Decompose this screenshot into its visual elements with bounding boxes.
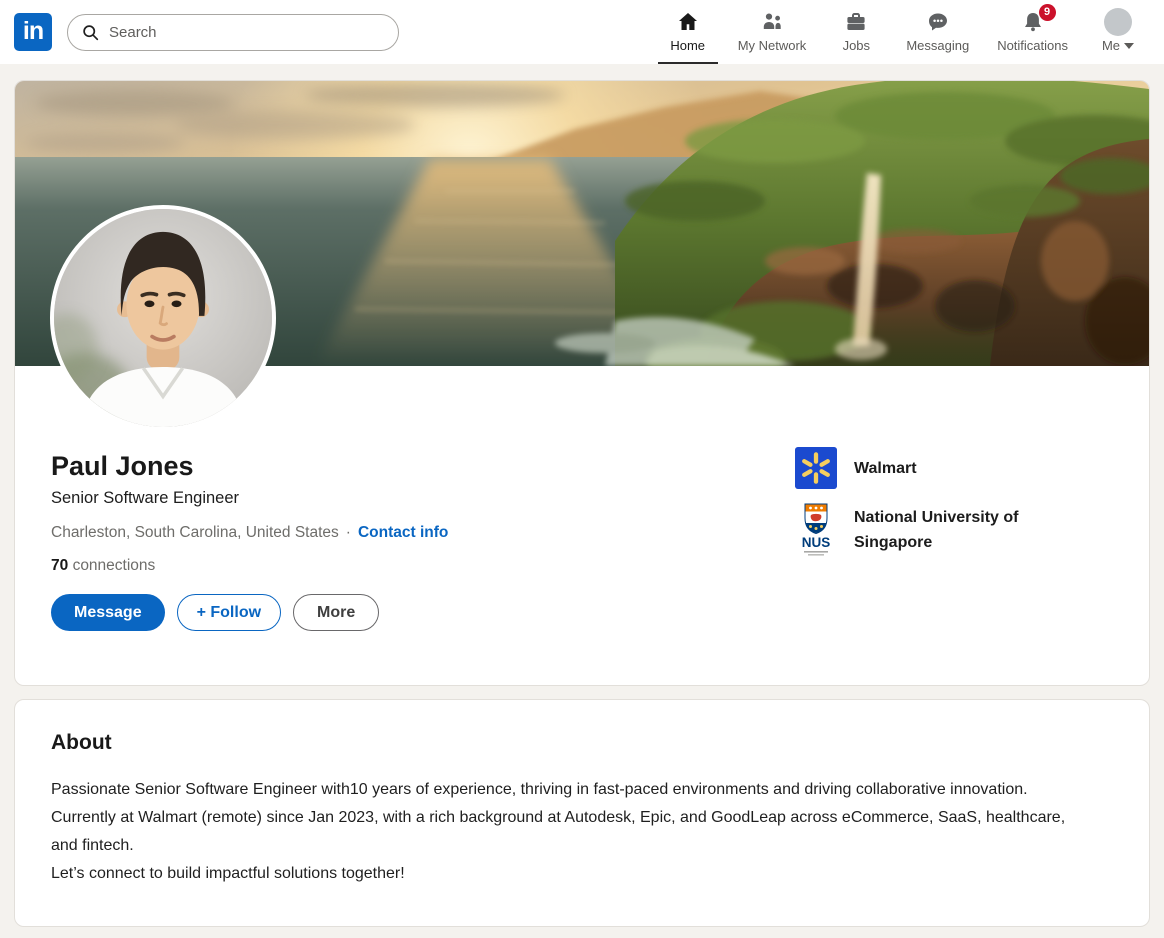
follow-button[interactable]: + Follow [177,594,281,631]
message-button[interactable]: Message [51,594,165,631]
nav-item-jobs[interactable]: Jobs [820,0,892,64]
search-icon [82,24,99,41]
primary-nav: Home My Network Jo [652,0,1154,64]
my-network-icon [760,9,784,35]
profile-location: Charleston, South Carolina, United State… [51,524,339,542]
profile-actions: Message + Follow More [51,594,1113,631]
about-title: About [51,731,1113,755]
walmart-logo-icon [795,447,837,489]
top-navigation-bar: in Home My Network [0,0,1164,64]
nav-item-my-network[interactable]: My Network [724,0,821,64]
about-card: About Passionate Senior Software Enginee… [14,699,1150,927]
active-tab-indicator [658,62,718,64]
nav-label: My Network [738,38,807,53]
contact-info-link[interactable]: Contact info [358,524,448,542]
nav-item-me[interactable]: Me [1082,0,1154,64]
about-text: Passionate Senior Software Engineer with… [51,776,1096,888]
nav-item-notifications[interactable]: 9 Notifications [983,0,1082,64]
location-separator: · [346,524,351,542]
nav-label: Jobs [843,38,870,53]
profile-card: Paul Jones Senior Software Engineer Char… [14,80,1150,686]
search-bar[interactable] [67,14,399,51]
nav-label: Messaging [906,38,969,53]
affiliation-name: National University of Singapore [854,505,1084,555]
nav-label: Home [670,38,705,53]
briefcase-icon [844,9,868,35]
me-avatar [1104,9,1132,35]
linkedin-logo[interactable]: in [14,13,52,51]
search-input[interactable] [109,24,386,41]
nav-item-home[interactable]: Home [652,0,724,64]
nus-logo-icon: NUS [795,502,837,558]
messaging-icon [926,9,950,35]
affiliation-name: Walmart [854,456,917,481]
nav-label: Me [1102,38,1134,53]
home-icon [676,9,700,35]
bell-icon: 9 [1021,9,1045,35]
chevron-down-icon [1124,43,1134,49]
nav-label: Notifications [997,38,1068,53]
nav-item-messaging[interactable]: Messaging [892,0,983,64]
svg-text:NUS: NUS [802,535,831,550]
profile-photo[interactable] [50,205,276,431]
more-button[interactable]: More [293,594,379,631]
notification-badge: 9 [1039,4,1056,21]
affiliation-walmart[interactable]: Walmart [795,447,1155,489]
affiliations: Walmart NUS National U [795,447,1155,571]
affiliation-nus[interactable]: NUS National University of Singapore [795,502,1155,558]
main-content: Paul Jones Senior Software Engineer Char… [0,64,1164,927]
